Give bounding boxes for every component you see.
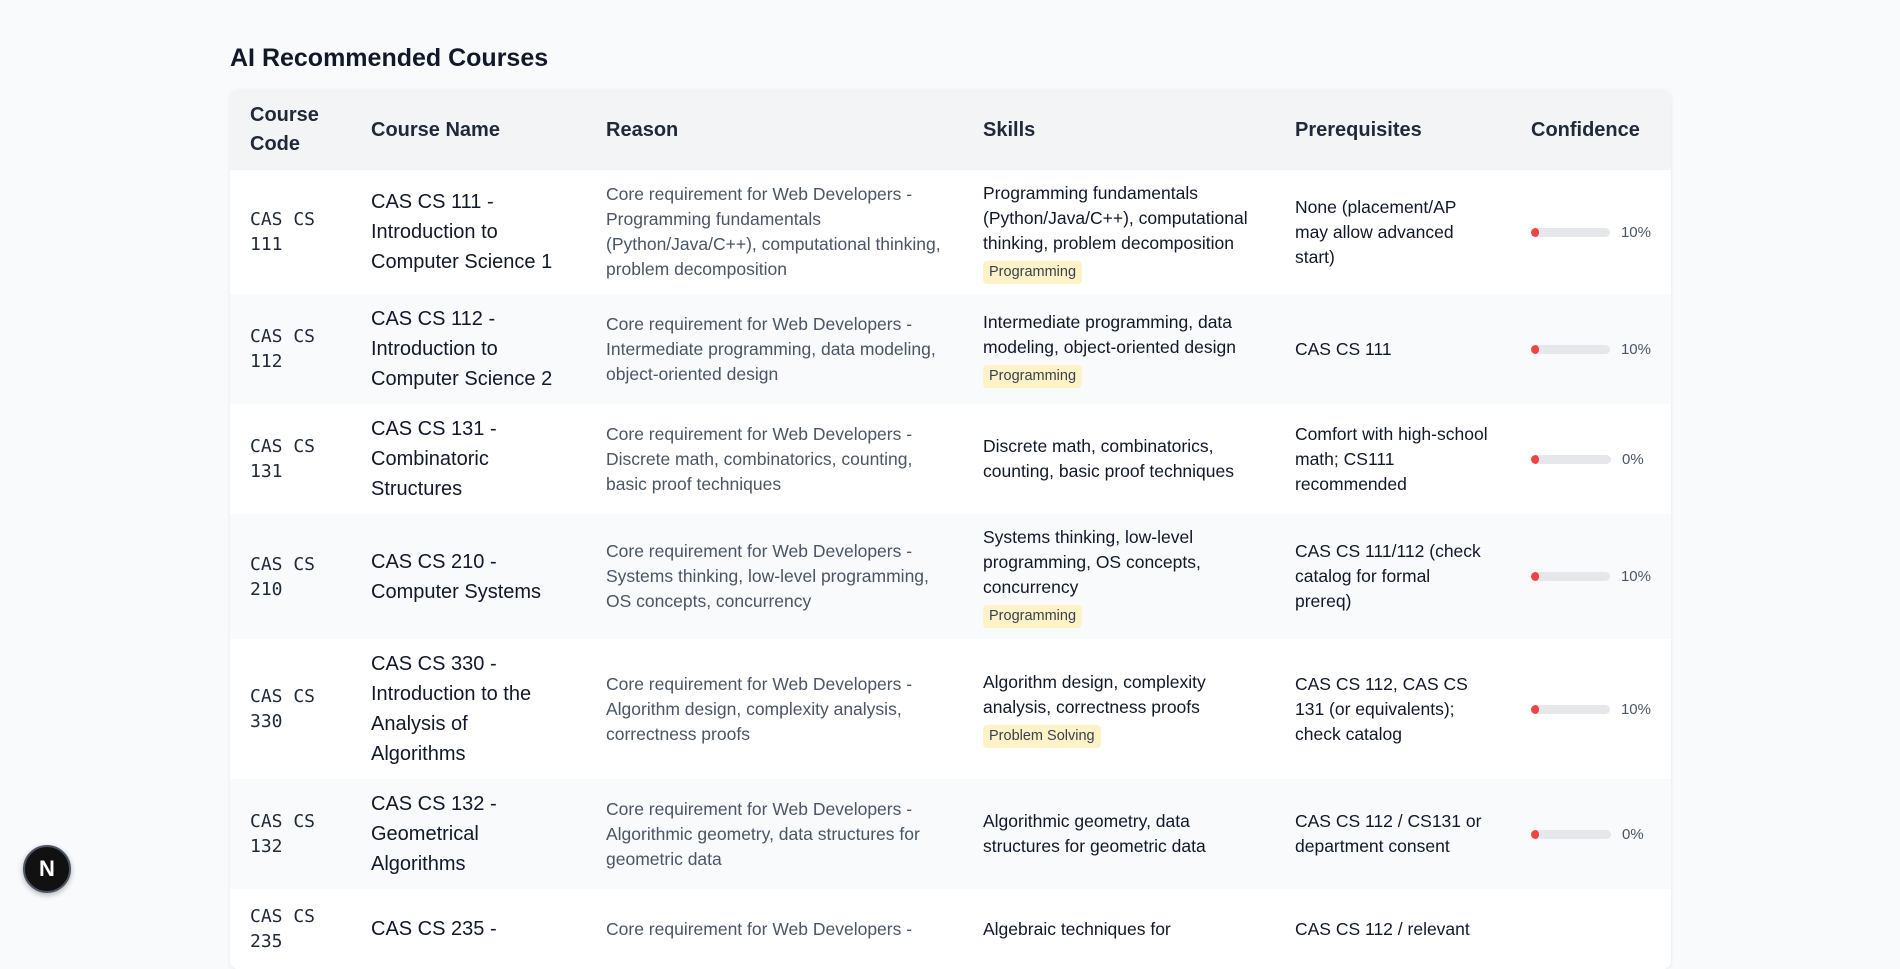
table-header-row: Course Code Course Name Reason Skills Pr…	[230, 90, 1671, 170]
confidence-bar	[1531, 829, 1611, 839]
course-skills: Algorithm design, complexity analysis, c…	[963, 639, 1275, 779]
skills-text: Discrete math, combinatorics, counting, …	[983, 436, 1234, 481]
course-reason: Core requirement for Web Developers - In…	[586, 294, 963, 404]
confidence-percent: 10%	[1620, 700, 1651, 718]
confidence-fill	[1531, 572, 1539, 581]
courses-table: Course Code Course Name Reason Skills Pr…	[230, 90, 1671, 969]
course-name: CAS CS 111 - Introduction to Computer Sc…	[351, 170, 586, 294]
nextjs-dev-button[interactable]: N	[23, 845, 71, 893]
course-skills: Algorithmic geometry, data structures fo…	[963, 779, 1275, 889]
skills-text: Algorithmic geometry, data structures fo…	[983, 811, 1206, 856]
course-name: CAS CS 330 - Introduction to the Analysi…	[351, 639, 586, 779]
header-course-code: Course Code	[230, 90, 351, 170]
confidence-fill	[1531, 829, 1539, 839]
course-reason: Core requirement for Web Developers -	[586, 889, 963, 969]
skill-tag: Problem Solving	[983, 725, 1101, 748]
header-course-name: Course Name	[351, 90, 586, 170]
skill-tag: Programming	[983, 260, 1083, 284]
table-row[interactable]: CAS CS 132 CAS CS 132 - Geometrical Algor…	[230, 779, 1671, 889]
course-name: CAS CS 112 - Introduction to Computer Sc…	[351, 294, 586, 404]
course-code: CAS CS 131	[230, 404, 351, 514]
course-reason: Core requirement for Web Developers - Al…	[586, 779, 963, 889]
course-code: CAS CS 111	[230, 170, 351, 294]
skills-text: Algorithm design, complexity analysis, c…	[983, 672, 1206, 717]
course-prerequisites: CAS CS 112, CAS CS 131 (or equivalents);…	[1275, 639, 1511, 779]
courses-table-card: Course Code Course Name Reason Skills Pr…	[230, 90, 1671, 969]
confidence-indicator: 0%	[1531, 826, 1651, 843]
table-row[interactable]: CAS CS 111 CAS CS 111 - Introduction to C…	[230, 170, 1671, 294]
course-prerequisites: CAS CS 112 / CS131 or department consent	[1275, 779, 1511, 889]
course-skills: Programming fundamentals (Python/Java/C+…	[963, 170, 1275, 294]
table-row[interactable]: CAS CS 210 CAS CS 210 - Computer Systems C…	[230, 514, 1671, 639]
confidence-percent: 0%	[1622, 825, 1644, 843]
header-confidence: Confidence	[1511, 90, 1671, 170]
course-prerequisites: Comfort with high-school math; CS111 rec…	[1275, 404, 1511, 514]
course-skills: Systems thinking, low-level programming,…	[963, 514, 1275, 639]
course-confidence: 10%	[1511, 294, 1671, 404]
confidence-indicator: 10%	[1531, 568, 1651, 585]
skills-text: Intermediate programming, data modeling,…	[983, 312, 1236, 357]
confidence-indicator: 0%	[1531, 451, 1651, 468]
table-row[interactable]: CAS CS 235 CAS CS 235 - Core requirement f…	[230, 889, 1671, 969]
course-confidence: 0%	[1511, 779, 1671, 889]
confidence-percent: 0%	[1622, 450, 1644, 468]
course-confidence: 0%	[1511, 404, 1671, 514]
confidence-indicator: 10%	[1531, 224, 1651, 241]
course-prerequisites: CAS CS 111	[1275, 294, 1511, 404]
course-confidence	[1511, 889, 1671, 969]
confidence-percent: 10%	[1620, 223, 1651, 241]
skills-text: Algebraic techniques for	[983, 918, 1171, 939]
confidence-bar	[1531, 572, 1610, 581]
course-name: CAS CS 132 - Geometrical Algorithms	[351, 779, 586, 889]
course-prerequisites: CAS CS 111/112 (check catalog for formal…	[1275, 514, 1511, 639]
course-reason: Core requirement for Web Developers - Pr…	[586, 170, 963, 294]
course-skills: Algebraic techniques for	[963, 889, 1275, 969]
course-skills: Intermediate programming, data modeling,…	[963, 294, 1275, 404]
course-skills: Discrete math, combinatorics, counting, …	[963, 404, 1275, 514]
confidence-bar	[1531, 454, 1611, 464]
table-row[interactable]: CAS CS 112 CAS CS 112 - Introduction to C…	[230, 294, 1671, 404]
course-confidence: 10%	[1511, 170, 1671, 294]
header-prerequisites: Prerequisites	[1275, 90, 1511, 170]
course-prerequisites: None (placement/AP may allow advanced st…	[1275, 170, 1511, 294]
confidence-bar	[1531, 227, 1610, 237]
confidence-percent: 10%	[1620, 568, 1651, 585]
course-reason: Core requirement for Web Developers - Di…	[586, 404, 963, 514]
course-reason: Core requirement for Web Developers - Al…	[586, 639, 963, 779]
course-name: CAS CS 235 -	[351, 889, 586, 969]
course-reason: Core requirement for Web Developers - Sy…	[586, 514, 963, 639]
skill-tag: Programming	[983, 365, 1083, 388]
confidence-fill	[1531, 704, 1539, 714]
skill-tag: Programming	[983, 605, 1083, 628]
nextjs-logo-icon: N	[39, 856, 55, 881]
course-code: CAS CS 235	[230, 889, 351, 969]
course-name: CAS CS 210 - Computer Systems	[351, 514, 586, 639]
course-confidence: 10%	[1511, 639, 1671, 779]
course-name: CAS CS 131 - Combinatoric Structures	[351, 404, 586, 514]
confidence-bar	[1531, 344, 1610, 354]
course-prerequisites: CAS CS 112 / relevant	[1275, 889, 1511, 969]
confidence-percent: 10%	[1620, 340, 1651, 358]
course-code: CAS CS 132	[230, 779, 351, 889]
header-reason: Reason	[586, 90, 963, 170]
course-code: CAS CS 112	[230, 294, 351, 404]
table-row[interactable]: CAS CS 330 CAS CS 330 - Introduction to t…	[230, 639, 1671, 779]
confidence-fill	[1531, 454, 1539, 464]
skills-text: Systems thinking, low-level programming,…	[983, 527, 1201, 597]
table-row[interactable]: CAS CS 131 CAS CS 131 - Combinatoric Stru…	[230, 404, 1671, 514]
course-code: CAS CS 210	[230, 514, 351, 639]
confidence-bar	[1531, 704, 1610, 714]
skills-text: Programming fundamentals (Python/Java/C+…	[983, 182, 1248, 253]
course-code: CAS CS 330	[230, 639, 351, 779]
confidence-fill	[1531, 227, 1539, 237]
confidence-indicator: 10%	[1531, 701, 1651, 718]
confidence-indicator: 10%	[1531, 341, 1651, 358]
course-confidence: 10%	[1511, 514, 1671, 639]
page-title: AI Recommended Courses	[230, 44, 549, 72]
header-skills: Skills	[963, 90, 1275, 170]
confidence-fill	[1531, 344, 1539, 354]
